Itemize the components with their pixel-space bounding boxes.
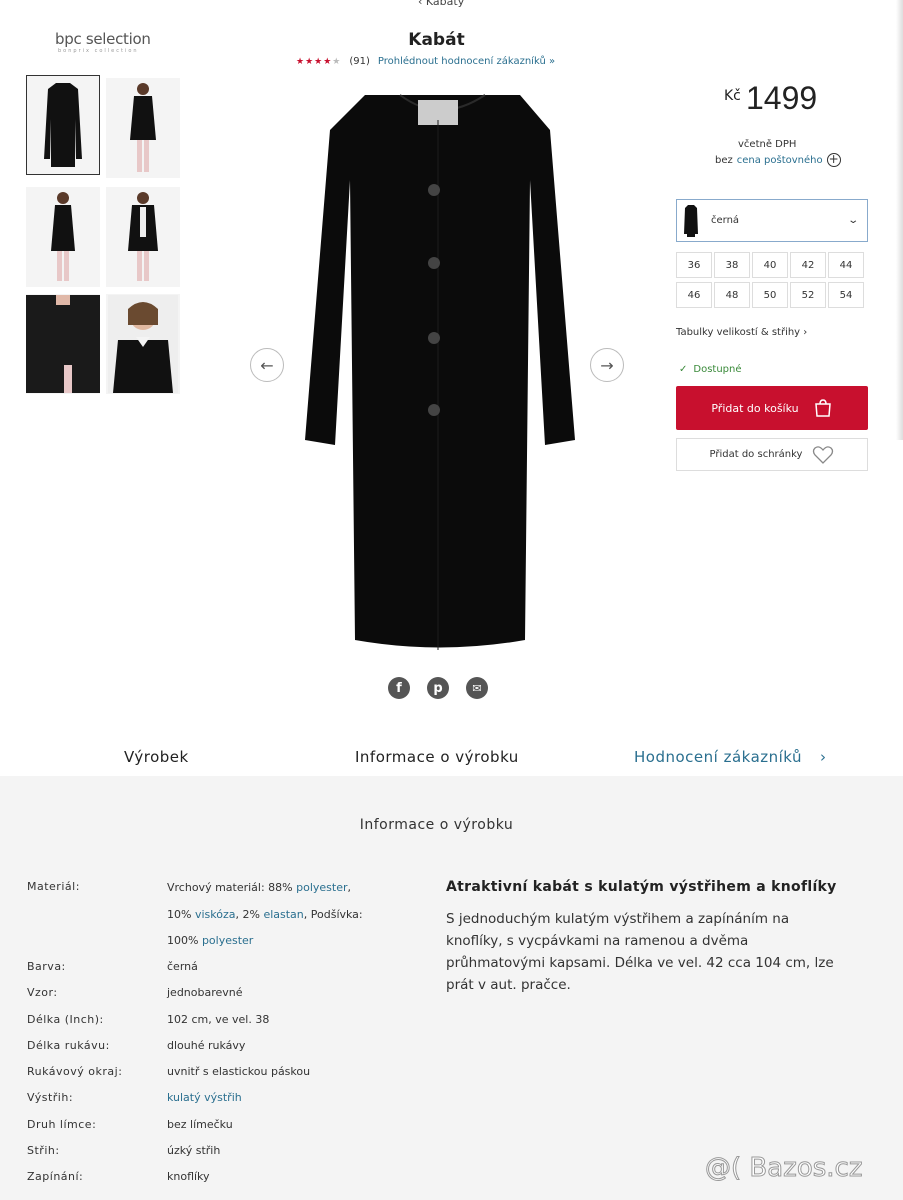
next-image-button[interactable]: → [590, 348, 624, 382]
spec-row: Střih: úzký střih [27, 1144, 221, 1158]
review-count: (91) [349, 56, 370, 67]
facebook-share-icon[interactable]: f [388, 677, 410, 699]
size-option[interactable]: 52 [790, 282, 826, 308]
size-option[interactable]: 54 [828, 282, 864, 308]
shipping-link[interactable]: cena poštovného [737, 155, 823, 166]
vat-note: včetně DPH [738, 139, 797, 150]
thumbnail-3[interactable] [26, 187, 100, 287]
rating: ★★★★★ (91) Prohlédnout hodnocení zákazní… [296, 56, 555, 67]
tab-reviews[interactable]: Hodnocení zákazníků [634, 748, 802, 766]
spec-row: Barva: černá [27, 960, 198, 973]
spec-row: Materiál: Vrchový materiál: 88% polyeste… [27, 880, 377, 960]
spec-row: Vzor: jednobarevné [27, 986, 243, 1000]
chevron-right-icon[interactable]: › [820, 748, 827, 766]
spec-row: Výstřih: kulatý výstřih [27, 1091, 377, 1117]
shopping-bag-icon [814, 399, 831, 417]
thumbnail-1[interactable] [26, 75, 100, 175]
material-link[interactable]: elastan [263, 908, 303, 921]
description-title: Atraktivní kabát s kulatým výstřihem a k… [446, 879, 837, 895]
price-value: 1499 [746, 80, 818, 116]
shipping-note: bez cena poštovného + [715, 152, 841, 167]
chevron-down-icon: ⌄ [846, 215, 859, 226]
pinterest-share-icon[interactable]: p [427, 677, 449, 699]
size-option[interactable]: 42 [790, 252, 826, 278]
size-table-link[interactable]: Tabulky velikostí & střihy › [676, 327, 807, 338]
description-text: S jednoduchým kulatým výstřihem a zapíná… [446, 911, 834, 993]
product-title: Kabát [408, 30, 465, 50]
thumbnail-5[interactable] [26, 294, 100, 394]
size-option[interactable]: 40 [752, 252, 788, 278]
neckline-link[interactable]: kulatý výstřih [167, 1091, 377, 1117]
size-option[interactable]: 46 [676, 282, 712, 308]
product-main-image [280, 80, 600, 659]
availability: ✓ Dostupné [679, 364, 742, 375]
spec-row: Délka (Inch): 102 cm, ve vel. 38 [27, 1012, 270, 1026]
size-option[interactable]: 38 [714, 252, 750, 278]
tab-product[interactable]: Výrobek [124, 748, 189, 766]
size-option[interactable]: 48 [714, 282, 750, 308]
breadcrumb[interactable]: ‹ Kabáty [418, 0, 464, 8]
email-share-icon[interactable]: ✉ [466, 677, 488, 699]
spec-table: Materiál: Vrchový materiál: 88% polyeste… [27, 880, 377, 1197]
watermark: @( Bazos.cz [705, 1153, 863, 1184]
color-select[interactable]: černá ⌄ [676, 199, 868, 242]
tab-product-info[interactable]: Informace o výrobku [355, 748, 519, 766]
spec-value: Vrchový materiál: 88% polyester, 10% vis… [167, 881, 363, 947]
spec-row: Zapínání: knoflíky [27, 1170, 210, 1184]
add-to-cart-button[interactable]: Přidat do košíku [676, 386, 868, 430]
spec-row: Rukávový okraj: uvnitř s elastickou pásko… [27, 1065, 311, 1079]
rating-stars: ★★★★★ [296, 56, 342, 67]
thumbnail-6[interactable] [106, 294, 180, 394]
size-option[interactable]: 50 [752, 282, 788, 308]
color-label: černá [711, 215, 740, 226]
spec-row: Druh límce: bez límečku [27, 1117, 233, 1131]
material-link[interactable]: viskóza [195, 908, 236, 921]
heart-icon [813, 445, 834, 464]
material-link[interactable]: polyester [296, 881, 347, 894]
prev-image-button[interactable]: ← [250, 348, 284, 382]
spec-row: Délka rukávu: dlouhé rukávy [27, 1038, 246, 1052]
thumbnail-4[interactable] [106, 187, 180, 287]
size-option[interactable]: 44 [828, 252, 864, 278]
thumbnail-2[interactable] [106, 78, 180, 178]
material-link[interactable]: polyester [202, 934, 253, 947]
coat-swatch-icon [684, 204, 698, 237]
info-title: Informace o výrobku [359, 817, 514, 833]
reviews-link[interactable]: Prohlédnout hodnocení zákazníků » [378, 56, 555, 67]
add-to-wishlist-button[interactable]: Přidat do schránky [676, 438, 868, 471]
availability-label: Dostupné [693, 364, 742, 375]
price-currency: Kč [724, 88, 741, 104]
edge-shadow [896, 0, 903, 440]
spec-key: Materiál: [27, 880, 80, 893]
product-tabs: Výrobek Informace o výrobku Hodnocení zá… [0, 738, 903, 776]
size-option[interactable]: 36 [676, 252, 712, 278]
check-icon: ✓ [679, 364, 688, 375]
plus-icon[interactable]: + [826, 153, 841, 167]
size-grid: 36 38 40 42 44 46 48 50 52 54 [676, 252, 866, 308]
